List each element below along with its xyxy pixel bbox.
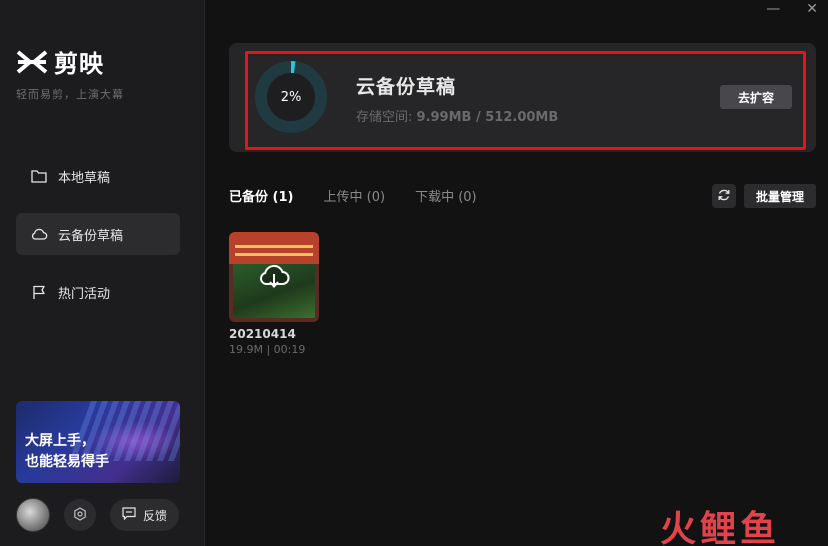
tab-count: (0)	[366, 190, 386, 205]
minimize-button[interactable]: —	[766, 1, 780, 17]
draft-meta: 19.9M | 00:19	[229, 343, 306, 356]
gear-icon	[73, 506, 87, 525]
app-logo: 剪映	[16, 44, 104, 79]
feedback-label: 反馈	[143, 508, 168, 523]
refresh-button[interactable]	[712, 184, 736, 208]
batch-manage-button[interactable]: 批量管理	[744, 184, 816, 208]
promo-banner[interactable]: 大屏上手， 也能轻易得手	[16, 401, 180, 483]
draft-thumbnail[interactable]	[229, 232, 319, 322]
cloud-icon	[30, 225, 48, 243]
promo-line-2: 也能轻易得手	[25, 454, 109, 470]
window-controls: — ✕	[766, 0, 818, 18]
capcut-logo-icon	[16, 47, 48, 77]
close-button[interactable]: ✕	[806, 1, 818, 17]
app-slogan: 轻而易剪，上演大幕	[16, 88, 124, 101]
sidebar-item-label: 云备份草稿	[58, 228, 124, 244]
sidebar: 剪映 轻而易剪，上演大幕 本地草稿 云备份草稿 热门活动 大屏上手， 也能轻易得…	[0, 0, 205, 546]
sidebar-item-label: 热门活动	[58, 286, 111, 302]
promo-text: 大屏上手， 也能轻易得手	[25, 431, 109, 473]
sidebar-item-local-drafts[interactable]: 本地草稿	[16, 155, 180, 197]
app-name: 剪映	[54, 50, 104, 78]
refresh-icon	[717, 187, 731, 206]
sidebar-item-cloud-drafts[interactable]: 云备份草稿	[16, 213, 180, 255]
flag-icon	[30, 283, 48, 301]
settings-button[interactable]	[64, 499, 96, 531]
tab-downloading[interactable]: 下载中 (0)	[415, 186, 477, 205]
watermark-logo: 火鲤鱼	[660, 509, 781, 546]
cloud-download-icon[interactable]	[256, 259, 292, 295]
tab-label: 已备份	[229, 190, 269, 205]
message-icon	[122, 507, 136, 523]
tab-label: 下载中	[415, 190, 455, 205]
tab-count: (1)	[272, 190, 294, 205]
highlight-box	[245, 51, 806, 150]
backup-tabs: 已备份 (1) 上传中 (0) 下载中 (0)	[229, 186, 477, 205]
sidebar-bottom-bar: 反馈	[16, 498, 186, 532]
draft-name: 20210414	[229, 327, 296, 341]
folder-icon	[30, 167, 48, 185]
promo-line-1: 大屏上手，	[25, 433, 95, 449]
thumbnail-text-line	[235, 253, 313, 256]
tab-backed-up[interactable]: 已备份 (1)	[229, 186, 293, 205]
tab-label: 上传中	[323, 190, 363, 205]
avatar[interactable]	[16, 498, 50, 532]
feedback-button[interactable]: 反馈	[110, 499, 180, 531]
tab-count: (0)	[458, 190, 477, 205]
sidebar-item-hot-events[interactable]: 热门活动	[16, 271, 180, 313]
tab-uploading[interactable]: 上传中 (0)	[323, 186, 385, 205]
thumbnail-text-line	[235, 245, 313, 248]
sidebar-item-label: 本地草稿	[58, 170, 111, 186]
